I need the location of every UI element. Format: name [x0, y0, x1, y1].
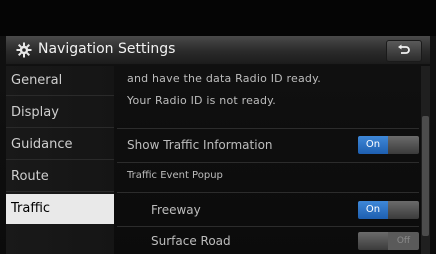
- show-traffic-label: Show Traffic Information: [127, 138, 273, 152]
- settings-content: and have the data Radio ID ready. Your R…: [117, 66, 419, 254]
- divider: [117, 226, 419, 227]
- surface-road-label: Surface Road: [151, 234, 231, 248]
- sidebar-item-label: Traffic: [11, 201, 51, 216]
- sidebar-item-display[interactable]: Display: [6, 98, 114, 128]
- sidebar-item-label: Display: [11, 105, 59, 120]
- sidebar-item-label: Route: [11, 169, 49, 184]
- divider: [117, 128, 419, 129]
- surface-road-toggle[interactable]: Off: [358, 232, 419, 250]
- toggle-off-label: Off: [388, 232, 419, 250]
- navigation-settings-screen: Navigation Settings General Display Guid…: [0, 0, 436, 254]
- sidebar-item-traffic[interactable]: Traffic: [6, 194, 114, 224]
- sidebar-item-general[interactable]: General: [6, 66, 114, 96]
- page-title: Navigation Settings: [38, 41, 176, 57]
- toggle-on-label: On: [358, 136, 388, 154]
- toggle-on-label: On: [358, 201, 388, 219]
- info-text-line2: Your Radio ID is not ready.: [127, 94, 277, 107]
- traffic-popup-label: Traffic Event Popup: [127, 170, 223, 181]
- freeway-toggle[interactable]: On: [358, 201, 419, 219]
- title-bar: Navigation Settings: [6, 36, 430, 65]
- sidebar-item-route[interactable]: Route: [6, 162, 114, 192]
- toggle-knob: [388, 136, 419, 154]
- back-button[interactable]: [386, 40, 422, 62]
- settings-sidebar: General Display Guidance Route Traffic: [6, 66, 114, 254]
- scrollbar-thumb[interactable]: [422, 116, 429, 236]
- show-traffic-toggle[interactable]: On: [358, 136, 419, 154]
- toggle-knob: [358, 232, 388, 250]
- toggle-knob: [388, 201, 419, 219]
- sidebar-item-label: Guidance: [11, 137, 73, 152]
- divider: [117, 192, 419, 193]
- scrollbar[interactable]: [421, 66, 430, 254]
- info-text-line1: and have the data Radio ID ready.: [127, 72, 321, 85]
- back-arrow-icon: [398, 44, 410, 54]
- top-bar: [0, 0, 436, 36]
- gear-icon: [16, 42, 32, 58]
- sidebar-item-label: General: [11, 73, 63, 88]
- divider: [117, 162, 419, 163]
- sidebar-item-guidance[interactable]: Guidance: [6, 130, 114, 160]
- freeway-label: Freeway: [151, 203, 201, 217]
